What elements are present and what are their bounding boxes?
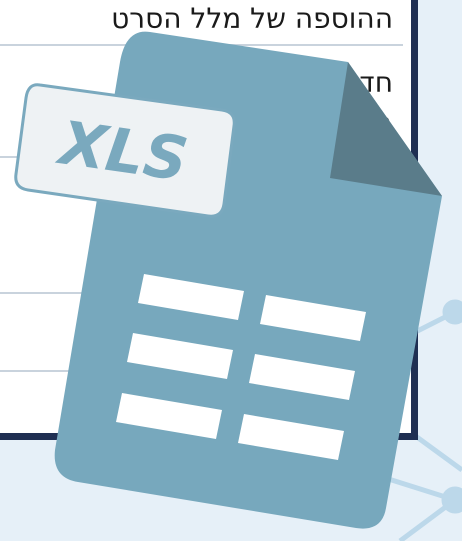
file-fold-corner	[330, 62, 442, 196]
screenshot-canvas: ההוספה של מלל הסרט חדשה המוספ בכ ור מור …	[0, 0, 462, 541]
xls-file-icon: XLS	[14, 31, 442, 529]
